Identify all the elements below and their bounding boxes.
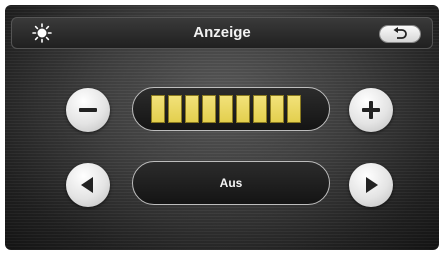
increase-button[interactable] (349, 88, 393, 132)
brightness-level-display (132, 87, 330, 131)
level-bar (151, 95, 301, 123)
minus-icon (79, 108, 97, 112)
mode-value-display: Aus (132, 161, 330, 205)
header-bar: Anzeige (11, 17, 433, 49)
mode-value: Aus (219, 176, 243, 190)
display-settings-screen: Anzeige Aus (5, 5, 439, 250)
back-arrow-icon (393, 27, 407, 39)
back-button[interactable] (380, 26, 420, 42)
next-option-button[interactable] (349, 163, 393, 207)
level-segment (253, 95, 267, 123)
level-segment (151, 95, 165, 123)
decrease-button[interactable] (66, 88, 110, 132)
previous-option-button[interactable] (66, 163, 110, 207)
triangle-right-icon (366, 177, 378, 193)
plus-icon (362, 101, 380, 119)
level-segment (202, 95, 216, 123)
level-segment (236, 95, 250, 123)
level-segment (270, 95, 284, 123)
page-title: Anzeige (193, 24, 251, 41)
level-segment (185, 95, 199, 123)
level-segment (168, 95, 182, 123)
level-segment (219, 95, 233, 123)
triangle-left-icon (81, 177, 93, 193)
level-segment (287, 95, 301, 123)
